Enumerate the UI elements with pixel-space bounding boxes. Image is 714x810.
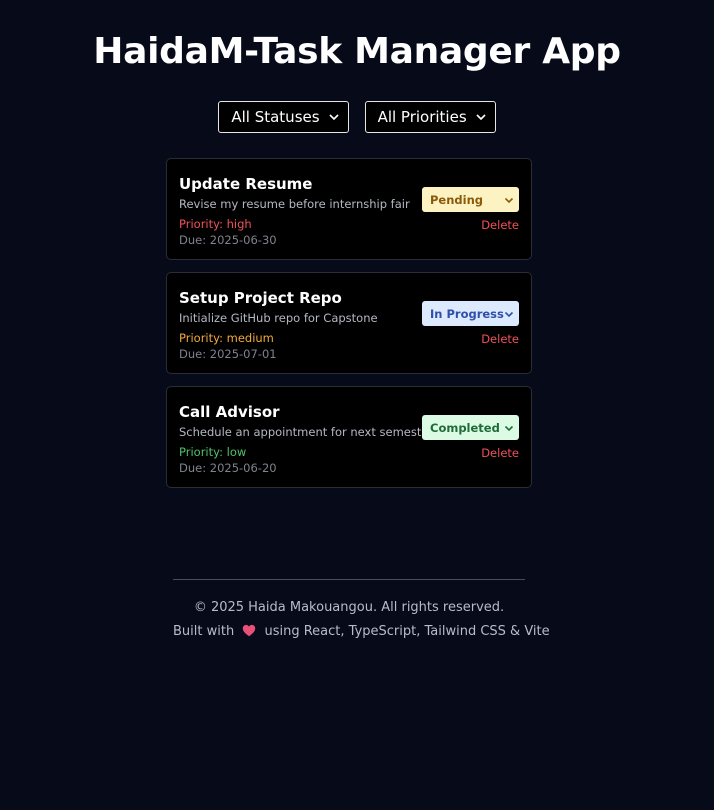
status-filter-value: All Statuses	[231, 108, 320, 126]
task-status-select[interactable]: Completed	[422, 415, 519, 440]
page-footer: © 2025 Haida Makouangou. All rights rese…	[173, 579, 550, 641]
task-card: Setup Project Repo Initialize GitHub rep…	[166, 272, 532, 374]
chevron-down-icon	[504, 311, 514, 317]
chevron-down-icon	[504, 425, 514, 431]
footer-built-suffix: using React, TypeScript, Tailwind CSS & …	[264, 624, 550, 639]
task-due-date: Due: 2025-06-20	[179, 461, 277, 475]
task-card: Call Advisor Schedule an appointment for…	[166, 386, 532, 488]
heart-icon	[243, 624, 256, 637]
task-list: Update Resume Revise my resume before in…	[166, 158, 532, 500]
delete-task-button[interactable]: Delete	[481, 446, 519, 460]
task-status-value: Completed	[430, 420, 500, 435]
task-title: Update Resume	[179, 175, 313, 193]
delete-task-button[interactable]: Delete	[481, 218, 519, 232]
task-status-select[interactable]: Pending	[422, 187, 519, 212]
task-priority: Priority: high	[179, 217, 252, 231]
task-card: Update Resume Revise my resume before in…	[166, 158, 532, 260]
task-status-select[interactable]: In Progress	[422, 301, 519, 326]
task-description: Schedule an appointment for next semeste…	[179, 425, 434, 439]
task-priority: Priority: medium	[179, 331, 274, 345]
priority-filter-value: All Priorities	[377, 108, 467, 126]
page-title: HaidaM-Task Manager App	[93, 31, 621, 72]
footer-built-with: Built with using React, TypeScript, Tail…	[173, 623, 550, 641]
task-description: Revise my resume before internship fair	[179, 197, 410, 211]
task-title: Setup Project Repo	[179, 289, 342, 307]
task-status-value: In Progress	[430, 306, 504, 321]
task-description: Initialize GitHub repo for Capstone	[179, 311, 378, 325]
task-status-value: Pending	[430, 192, 484, 207]
app-root: HaidaM-Task Manager App All Statuses All…	[0, 0, 714, 810]
delete-task-button[interactable]: Delete	[481, 332, 519, 346]
chevron-down-icon	[328, 114, 339, 121]
filters-bar: All Statuses All Priorities	[0, 101, 714, 133]
task-title: Call Advisor	[179, 403, 280, 421]
chevron-down-icon	[504, 197, 514, 203]
task-due-date: Due: 2025-07-01	[179, 347, 277, 361]
task-priority: Priority: low	[179, 445, 247, 459]
chevron-down-icon	[476, 114, 486, 121]
status-filter-select[interactable]: All Statuses	[218, 101, 349, 133]
footer-copyright: © 2025 Haida Makouangou. All rights rese…	[193, 600, 505, 615]
task-due-date: Due: 2025-06-30	[179, 233, 277, 247]
priority-filter-select[interactable]: All Priorities	[364, 101, 496, 133]
footer-built-prefix: Built with	[173, 624, 235, 639]
